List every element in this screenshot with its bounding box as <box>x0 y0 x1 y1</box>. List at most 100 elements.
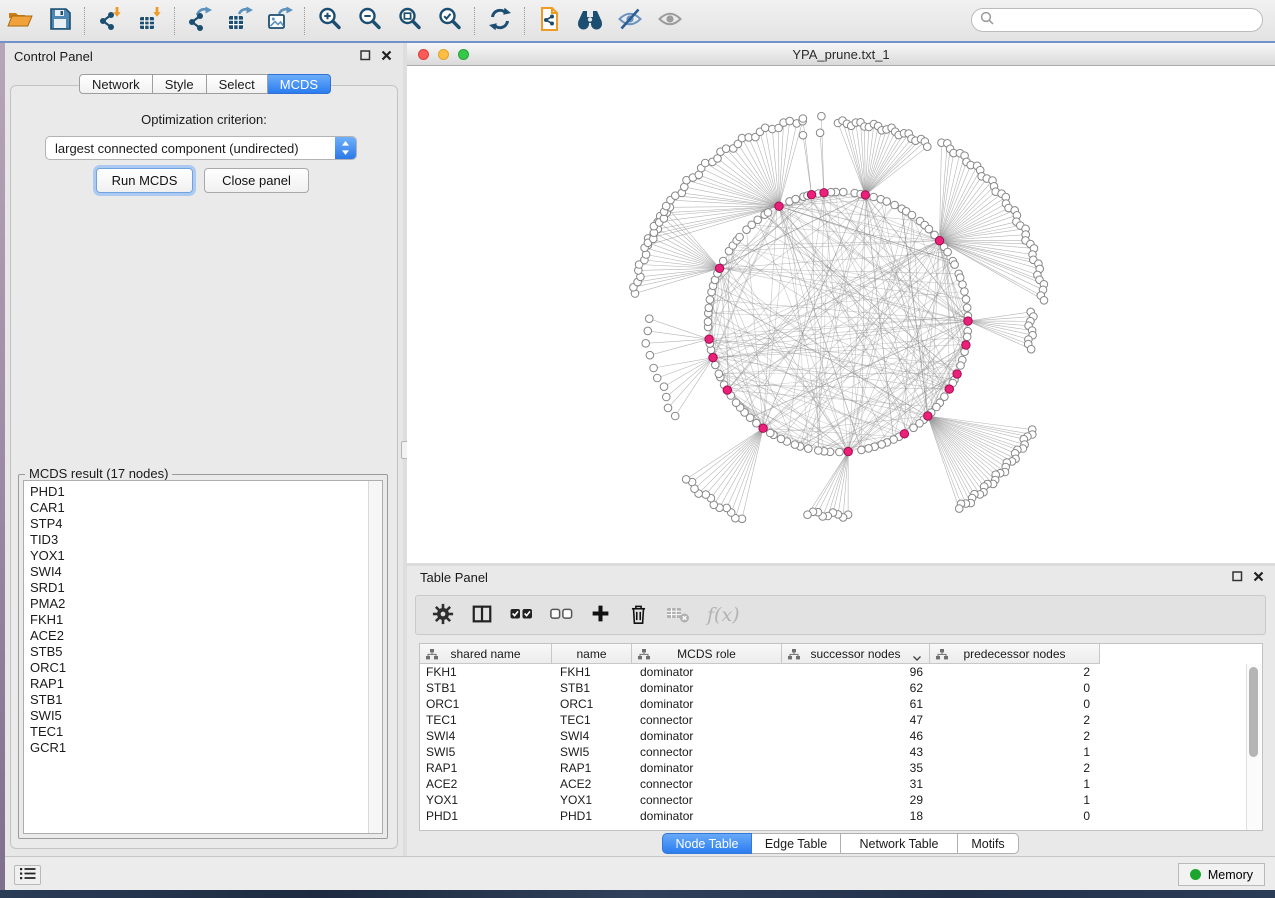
table-cell: RAP1 <box>552 760 632 776</box>
import-table-button[interactable] <box>130 4 170 38</box>
mcds-result-item[interactable]: GCR1 <box>24 740 368 756</box>
table-cell: 47 <box>782 712 930 728</box>
export-image-button[interactable] <box>260 4 300 38</box>
search-network-button[interactable] <box>570 4 610 38</box>
delete-column-button[interactable] <box>628 600 649 630</box>
open-file-button[interactable] <box>0 4 40 38</box>
tab-motifs[interactable]: Motifs <box>958 833 1019 854</box>
close-icon <box>1253 570 1264 585</box>
tab-edge-table[interactable]: Edge Table <box>752 833 841 854</box>
table-row[interactable]: YOX1YOX1connector291 <box>420 792 1247 808</box>
mcds-result-item[interactable]: TID3 <box>24 532 368 548</box>
deselect-all-button[interactable] <box>550 600 573 630</box>
function-builder-button[interactable]: f(x) <box>707 600 740 630</box>
show-all-button[interactable] <box>650 4 690 38</box>
status-bar: Memory <box>5 856 1275 890</box>
mcds-result-list[interactable]: PHD1CAR1STP4TID3YOX1SWI4SRD1PMA2FKH1ACE2… <box>23 480 383 834</box>
tab-network-table[interactable]: Network Table <box>841 833 958 854</box>
column-header-shared-name[interactable]: shared name <box>420 644 552 664</box>
delete-table-button[interactable] <box>666 600 690 630</box>
table-cell: RAP1 <box>420 760 552 776</box>
mcds-result-item[interactable]: SWI5 <box>24 708 368 724</box>
table-row[interactable]: TEC1TEC1connector472 <box>420 712 1247 728</box>
mcds-result-item[interactable]: STB5 <box>24 644 368 660</box>
table-cell: 0 <box>930 696 1100 712</box>
table-settings-button[interactable] <box>432 600 454 630</box>
mcds-result-item[interactable]: SWI4 <box>24 564 368 580</box>
table-row[interactable]: SWI5SWI5connector431 <box>420 744 1247 760</box>
mcds-result-item[interactable]: PHD1 <box>24 484 368 500</box>
table-row[interactable]: STB1STB1dominator620 <box>420 680 1247 696</box>
column-header-predecessor-nodes[interactable]: predecessor nodes <box>930 644 1100 664</box>
close-panel-button[interactable]: Close panel <box>204 168 309 193</box>
mcds-result-item[interactable]: TEC1 <box>24 724 368 740</box>
table-scrollbar[interactable] <box>1246 664 1262 830</box>
toolbar-separator <box>304 7 306 35</box>
mcds-result-item[interactable]: CAR1 <box>24 500 368 516</box>
hide-selected-button[interactable] <box>610 4 650 38</box>
table-cell: 2 <box>930 664 1100 680</box>
column-header-mcds-role[interactable]: MCDS role <box>632 644 782 664</box>
share-document-button[interactable] <box>530 4 570 38</box>
mcds-result-item[interactable]: RAP1 <box>24 676 368 692</box>
table-panel: Table Panel f(x) <box>407 566 1275 856</box>
mcds-result-item[interactable]: FKH1 <box>24 612 368 628</box>
mcds-result-item[interactable]: YOX1 <box>24 548 368 564</box>
table-cell: ORC1 <box>420 696 552 712</box>
export-table-button[interactable] <box>220 4 260 38</box>
list-icon <box>20 867 36 883</box>
tree-icon <box>788 649 800 663</box>
tab-style[interactable]: Style <box>153 74 207 94</box>
select-all-button[interactable] <box>510 600 533 630</box>
search-input[interactable] <box>1000 12 1254 28</box>
table-panel-close-button[interactable] <box>1249 569 1267 585</box>
table-row[interactable]: FKH1FKH1dominator962 <box>420 664 1247 680</box>
add-column-button[interactable] <box>590 600 611 630</box>
table-row[interactable]: SWI4SWI4dominator462 <box>420 728 1247 744</box>
mcds-result-item[interactable]: STB1 <box>24 692 368 708</box>
table-cell: PHD1 <box>552 808 632 824</box>
zoom-fit-button[interactable] <box>390 4 430 38</box>
table-cell: 31 <box>782 776 930 792</box>
column-header-successor-nodes[interactable]: successor nodes <box>782 644 930 664</box>
run-mcds-button[interactable]: Run MCDS <box>96 168 193 193</box>
tab-network[interactable]: Network <box>79 74 153 94</box>
criterion-select[interactable]: largest connected component (undirected) <box>45 136 357 160</box>
table-row[interactable]: RAP1RAP1dominator352 <box>420 760 1247 776</box>
memory-button[interactable]: Memory <box>1178 863 1265 886</box>
mcds-result-item[interactable]: ORC1 <box>24 660 368 676</box>
network-graph[interactable] <box>407 66 1275 563</box>
table-scrollbar-thumb[interactable] <box>1249 667 1258 757</box>
mcds-result-item[interactable]: SRD1 <box>24 580 368 596</box>
memory-label: Memory <box>1208 868 1253 882</box>
import-network-icon <box>97 6 123 35</box>
tab-mcds[interactable]: MCDS <box>268 74 331 94</box>
control-panel-float-button[interactable] <box>356 48 374 64</box>
import-network-button[interactable] <box>90 4 130 38</box>
mcds-result-groupbox: MCDS result (17 nodes) PHD1CAR1STP4TID3Y… <box>18 474 388 839</box>
zoom-selected-button[interactable] <box>430 4 470 38</box>
gear-icon <box>432 603 454 628</box>
mcds-list-scrollbar[interactable] <box>368 481 382 833</box>
zoom-in-button[interactable] <box>310 4 350 38</box>
zoom-out-button[interactable] <box>350 4 390 38</box>
mcds-result-item[interactable]: ACE2 <box>24 628 368 644</box>
tab-select[interactable]: Select <box>207 74 268 94</box>
tab-node-table[interactable]: Node Table <box>662 833 752 854</box>
table-cell: ORC1 <box>552 696 632 712</box>
show-columns-button[interactable] <box>471 600 493 630</box>
apply-layout-button[interactable] <box>480 4 520 38</box>
mcds-result-item[interactable]: STP4 <box>24 516 368 532</box>
show-panels-list-button[interactable] <box>14 865 41 885</box>
table-row[interactable]: PHD1PHD1dominator180 <box>420 808 1247 824</box>
table-cell: 2 <box>930 712 1100 728</box>
export-network-button[interactable] <box>180 4 220 38</box>
table-row[interactable]: ORC1ORC1dominator610 <box>420 696 1247 712</box>
table-row[interactable]: ACE2ACE2connector311 <box>420 776 1247 792</box>
control-panel: Control Panel Network Style Select MCDS … <box>5 43 403 856</box>
save-session-button[interactable] <box>40 4 80 38</box>
control-panel-close-button[interactable] <box>377 48 395 64</box>
column-header-name[interactable]: name <box>552 644 632 664</box>
mcds-result-item[interactable]: PMA2 <box>24 596 368 612</box>
table-panel-float-button[interactable] <box>1228 569 1246 585</box>
